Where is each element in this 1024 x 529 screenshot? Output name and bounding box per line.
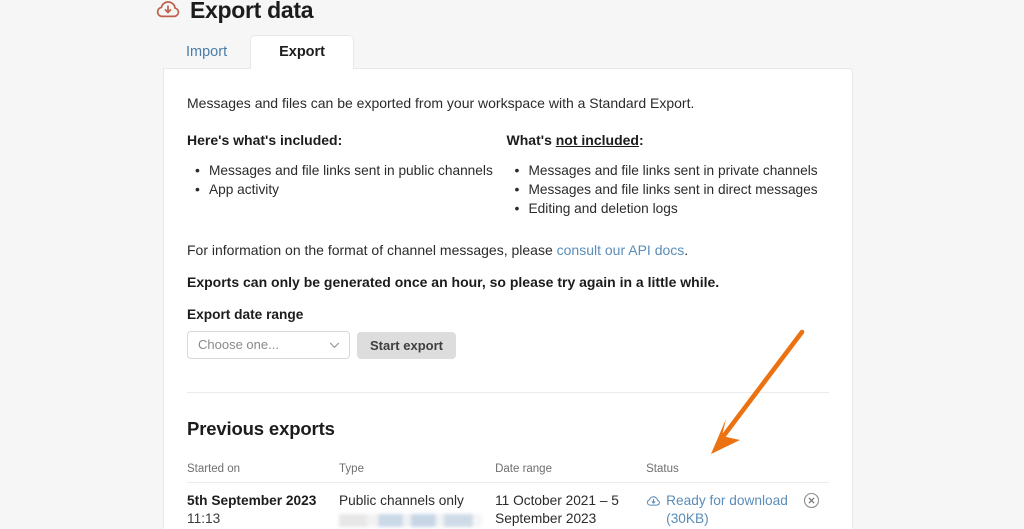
cell-type: Public channels only [339, 492, 495, 527]
included-heading: Here's what's included: [187, 130, 507, 150]
date-range-select[interactable]: Choose one... [187, 331, 350, 359]
list-item: App activity [187, 181, 507, 199]
list-item: Messages and file links sent in private … [507, 162, 829, 180]
export-controls: Choose one... Start export [187, 331, 829, 359]
cell-date-range: 11 October 2021 – 5 September 2023 [495, 492, 646, 528]
included-list: Messages and file links sent in public c… [187, 162, 507, 199]
redacted-text-block [339, 514, 482, 527]
chevron-down-icon [328, 339, 341, 352]
start-export-button[interactable]: Start export [357, 332, 456, 359]
list-item: Messages and file links sent in direct m… [507, 181, 829, 199]
not-included-heading-pre: What's [507, 132, 556, 148]
rate-limit-notice: Exports can only be generated once an ho… [187, 272, 829, 292]
status-text: Ready for download (30KB) [666, 492, 795, 528]
not-included-column: What's not included: Messages and file l… [507, 130, 829, 218]
section-divider [187, 392, 829, 393]
not-included-heading-post: : [639, 132, 644, 148]
intro-text: Messages and files can be exported from … [187, 93, 829, 113]
table-header-row: Started on Type Date range Status [187, 463, 829, 483]
previous-exports-title: Previous exports [187, 417, 829, 441]
started-on-time: 11:13 [187, 510, 339, 528]
included-column: Here's what's included: Messages and fil… [187, 130, 507, 218]
export-data-page: Export data Import Export Messages and f… [0, 0, 1024, 529]
previous-exports-table: Started on Type Date range Status 5th Se… [187, 463, 829, 528]
column-header-type: Type [339, 463, 495, 475]
column-header-date-range: Date range [495, 463, 646, 475]
cell-actions [795, 492, 829, 514]
started-on-date: 5th September 2023 [187, 492, 339, 510]
api-docs-prefix: For information on the format of channel… [187, 242, 557, 258]
cloud-download-icon [155, 0, 181, 23]
not-included-heading-underline: not included [556, 132, 639, 148]
api-docs-link[interactable]: consult our API docs [557, 242, 685, 258]
column-header-actions [795, 463, 829, 475]
tab-bar: Import Export [163, 36, 354, 69]
tab-export[interactable]: Export [250, 35, 354, 69]
cell-started-on: 5th September 2023 11:13 [187, 492, 339, 528]
api-docs-line: For information on the format of channel… [187, 240, 829, 260]
date-range-select-value: Choose one... [198, 337, 279, 353]
list-item: Editing and deletion logs [507, 200, 829, 218]
status-ready-for-download[interactable]: Ready for download (30KB) [646, 492, 795, 528]
page-header: Export data [155, 0, 313, 25]
cloud-download-icon [646, 492, 661, 514]
column-header-started-on: Started on [187, 463, 339, 475]
tab-import[interactable]: Import [163, 35, 250, 69]
list-item: Messages and file links sent in public c… [187, 162, 507, 180]
export-card: Messages and files can be exported from … [163, 68, 853, 529]
table-row: 5th September 2023 11:13 Public channels… [187, 483, 829, 528]
column-header-status: Status [646, 463, 795, 475]
export-date-range-label: Export date range [187, 306, 829, 324]
inclusion-columns: Here's what's included: Messages and fil… [187, 130, 829, 218]
export-type-label: Public channels only [339, 492, 495, 510]
not-included-heading: What's not included: [507, 130, 829, 150]
not-included-list: Messages and file links sent in private … [507, 162, 829, 218]
page-title: Export data [190, 0, 313, 25]
api-docs-suffix: . [684, 242, 688, 258]
close-circle-icon[interactable] [803, 496, 820, 513]
